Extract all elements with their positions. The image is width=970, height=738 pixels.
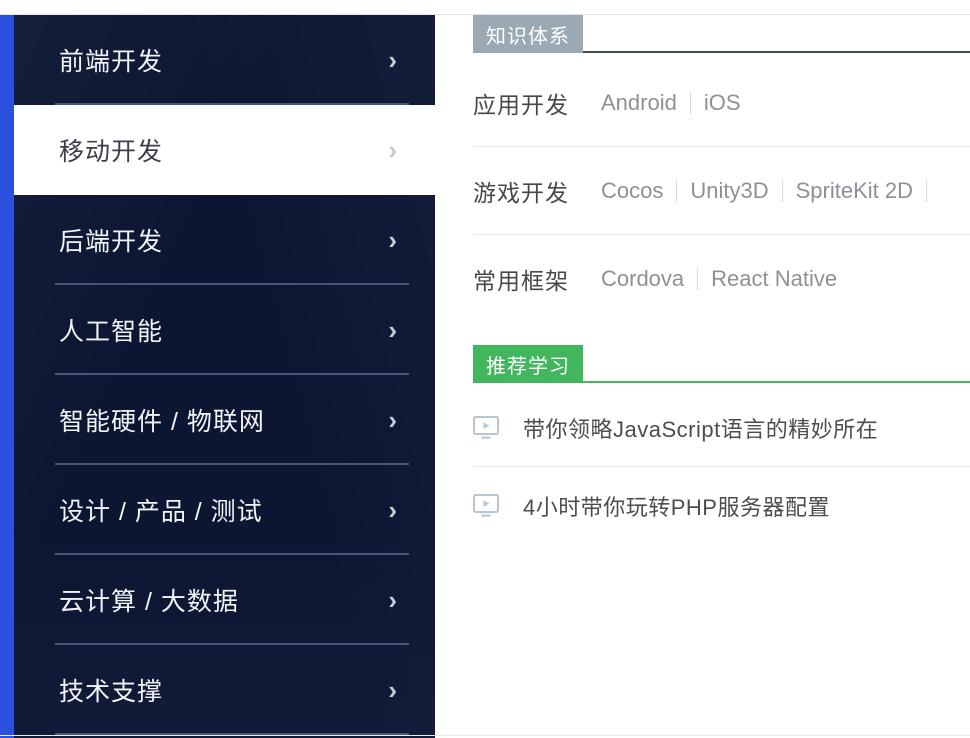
sidebar-item-label: 人工智能 (59, 318, 164, 346)
knowledge-row-label: 应用开发 (473, 92, 569, 118)
chevron-right-icon: › (388, 405, 397, 435)
sidebar-item-0[interactable]: 前端开发 › (14, 15, 435, 105)
sidebar-item-label: 前端开发 (59, 48, 164, 76)
knowledge-row: 游戏开发 Cocos Unity3D SpriteKit 2D (473, 147, 970, 235)
sidebar-item-5[interactable]: 设计 / 产品 / 测试 › (14, 465, 435, 555)
knowledge-system-badge: 知识体系 (473, 15, 583, 53)
course-category-navigator: 前端开发 › 移动开发 › 后端开发 › 人工智能 › 智能硬件 / 物联网 › 设计 / 产品 /… (0, 0, 970, 738)
knowledge-row-items: Cordova React Native (601, 266, 970, 292)
knowledge-row-label: 游戏开发 (473, 180, 569, 206)
sidebar-item-label: 云计算 / 大数据 (59, 588, 239, 616)
chevron-right-icon: › (388, 225, 397, 255)
sidebar-item-label: 后端开发 (59, 228, 164, 256)
knowledge-tag-link[interactable]: iOS (704, 90, 741, 116)
recommended-learning-section: 推荐学习 带你领略JavaScript语言的精妙所在 4小时带你玩转PHP服务器配… (450, 345, 970, 545)
knowledge-system-rows: 应用开发 Android iOS 游戏开发 Cocos Unity3D SpriteKit … (450, 59, 970, 323)
bottom-divider-line (0, 735, 970, 736)
recommended-learning-header: 推荐学习 (450, 345, 970, 389)
knowledge-row-items: Cocos Unity3D SpriteKit 2D (601, 178, 970, 204)
chevron-right-icon: › (388, 135, 397, 165)
chevron-right-icon: › (388, 675, 397, 705)
item-separator (676, 180, 678, 202)
knowledge-tag-link[interactable]: Cocos (601, 178, 663, 204)
top-white-strip (0, 0, 970, 14)
recommended-list-item[interactable]: 4小时带你玩转PHP服务器配置 (473, 467, 970, 545)
sidebar-nav-list: 前端开发 › 移动开发 › 后端开发 › 人工智能 › 智能硬件 / 物联网 › 设计 / 产品 /… (14, 15, 435, 738)
sidebar-item-label: 技术支撑 (59, 678, 164, 706)
knowledge-row: 常用框架 Cordova React Native (473, 235, 970, 323)
chevron-right-icon: › (388, 585, 397, 615)
chevron-right-icon: › (388, 315, 397, 345)
video-monitor-icon (473, 416, 499, 440)
knowledge-system-section: 知识体系 应用开发 Android iOS 游戏开发 Cocos Unity3D Sprit… (450, 15, 970, 323)
sidebar-accent-bar (0, 15, 14, 738)
sidebar-item-3[interactable]: 人工智能 › (14, 285, 435, 375)
recommended-learning-list: 带你领略JavaScript语言的精妙所在 4小时带你玩转PHP服务器配置 (450, 389, 970, 545)
item-separator (689, 92, 691, 114)
knowledge-tag-link[interactable]: Unity3D (690, 178, 768, 204)
knowledge-tag-link[interactable]: Cordova (601, 266, 684, 292)
sidebar-item-7[interactable]: 技术支撑 › (14, 645, 435, 735)
item-separator (926, 180, 927, 202)
knowledge-row-label: 常用框架 (473, 268, 569, 294)
knowledge-system-header: 知识体系 (450, 15, 970, 59)
sidebar-item-label: 移动开发 (59, 138, 164, 166)
recommended-list-item[interactable]: 带你领略JavaScript语言的精妙所在 (473, 389, 970, 467)
sidebar-item-4[interactable]: 智能硬件 / 物联网 › (14, 375, 435, 465)
knowledge-tag-link[interactable]: SpriteKit 2D (796, 178, 913, 204)
sidebar-item-label: 智能硬件 / 物联网 (59, 408, 265, 436)
category-sidebar: 前端开发 › 移动开发 › 后端开发 › 人工智能 › 智能硬件 / 物联网 › 设计 / 产品 /… (0, 15, 435, 738)
knowledge-row-items: Android iOS (601, 90, 970, 116)
chevron-right-icon: › (388, 495, 397, 525)
sidebar-item-6[interactable]: 云计算 / 大数据 › (14, 555, 435, 645)
knowledge-tag-link[interactable]: Android (601, 90, 677, 116)
sidebar-item-1[interactable]: 移动开发 › (14, 105, 435, 195)
recommended-item-title: 带你领略JavaScript语言的精妙所在 (523, 417, 879, 442)
item-separator (697, 268, 699, 290)
knowledge-row: 应用开发 Android iOS (473, 59, 970, 147)
video-monitor-icon (473, 494, 499, 518)
knowledge-tag-link[interactable]: React Native (711, 266, 837, 292)
sidebar-item-2[interactable]: 后端开发 › (14, 195, 435, 285)
detail-panel: 知识体系 应用开发 Android iOS 游戏开发 Cocos Unity3D Sprit… (450, 15, 970, 738)
item-separator (781, 180, 783, 202)
recommended-item-title: 4小时带你玩转PHP服务器配置 (523, 495, 830, 520)
sidebar-item-label: 设计 / 产品 / 测试 (59, 498, 263, 526)
recommended-learning-badge: 推荐学习 (473, 345, 583, 383)
chevron-right-icon: › (388, 45, 397, 75)
